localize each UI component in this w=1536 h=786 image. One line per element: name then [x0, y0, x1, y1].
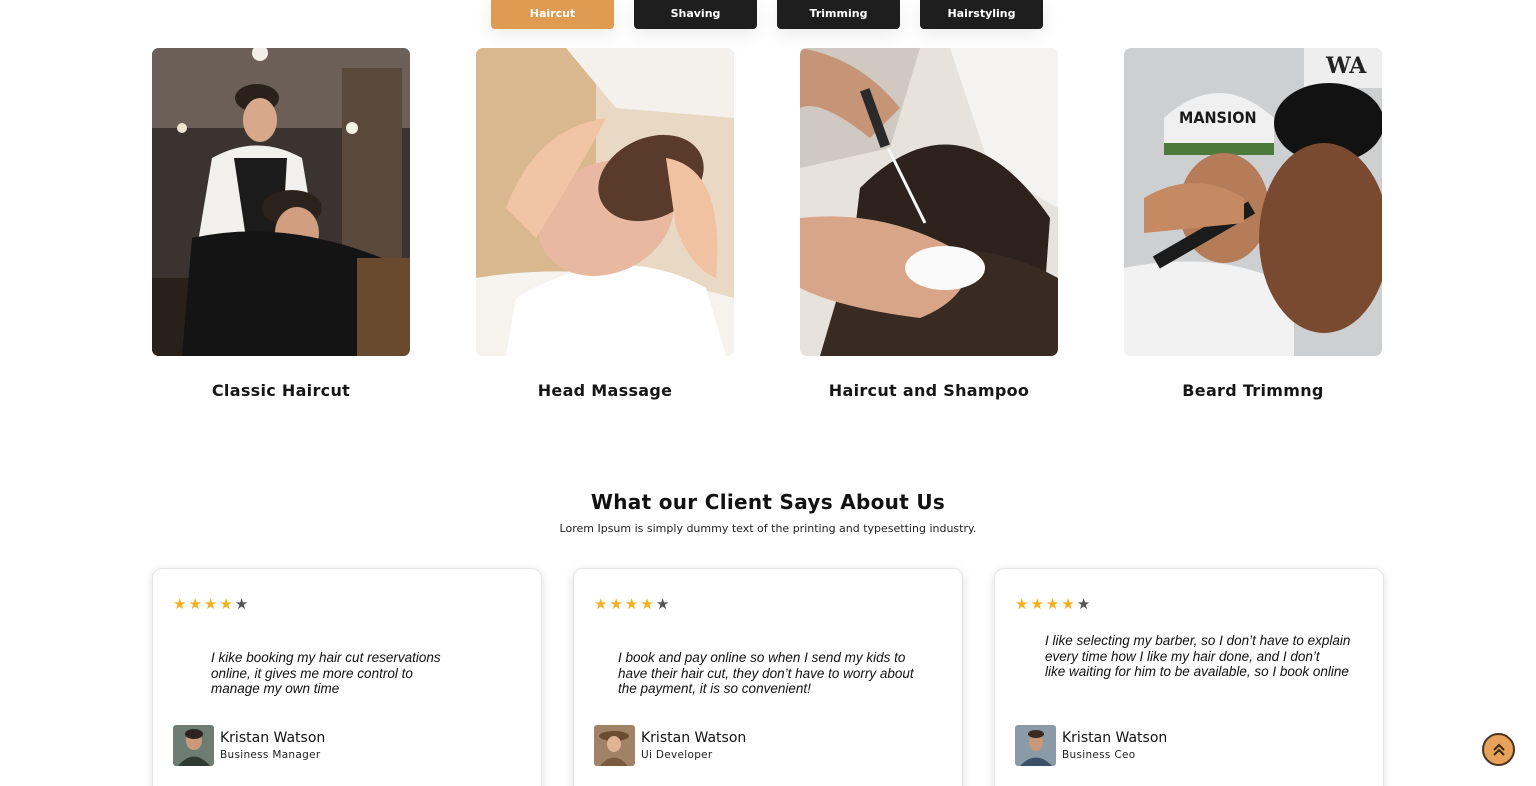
service-title: Haircut and Shampoo — [828, 381, 1030, 400]
beard-trimming-image: WA MANSION — [1124, 48, 1382, 356]
tab-haircut[interactable]: Haircut — [491, 0, 614, 29]
haircut-shampoo-image — [800, 48, 1058, 356]
star-icon: ★ — [219, 596, 233, 613]
testimonial-cards: ★ ★ ★ ★ ★ I kike booking my hair cut res… — [152, 568, 1384, 786]
testimonials-heading: What our Client Says About Us — [590, 490, 946, 514]
tab-trimming[interactable]: Trimming — [777, 0, 900, 29]
star-icon: ★ — [203, 596, 218, 613]
service-title: Beard Trimmng — [1182, 381, 1324, 400]
classic-haircut-image — [152, 48, 410, 356]
quote-line: like waiting for him to be available, so… — [1045, 664, 1349, 679]
rating-stars: ★ ★ ★ ★ ★ — [594, 597, 669, 612]
star-icon: ★ — [188, 596, 202, 613]
service-cards: Classic Haircut Head Massage Haircut and… — [152, 48, 1382, 400]
testimonials-subheading: Lorem Ipsum is simply dummy text of the … — [559, 522, 977, 535]
scroll-to-top-button[interactable] — [1482, 733, 1515, 766]
star-icon: ★ — [624, 596, 639, 613]
service-card-classic-haircut[interactable]: Classic Haircut — [152, 48, 410, 400]
quote-line: I kike booking my hair cut reservations — [211, 650, 441, 665]
avatar — [173, 725, 214, 766]
star-empty-icon: ★ — [234, 596, 249, 613]
author-name: Kristan Watson — [1062, 730, 1168, 746]
quote-line: I like selecting my barber, so I don’t h… — [1045, 633, 1351, 648]
author-role: Business Ceo — [1062, 749, 1136, 761]
testimonial-quote: I kike booking my hair cut reservations … — [211, 650, 441, 697]
star-icon: ★ — [640, 596, 654, 613]
author-name: Kristan Watson — [641, 730, 747, 746]
star-empty-icon: ★ — [1076, 596, 1091, 613]
testimonial-author: Kristan Watson Ui Developer — [594, 725, 746, 766]
service-title: Head Massage — [537, 381, 673, 400]
head-massage-image — [476, 48, 734, 356]
star-icon: ★ — [1015, 596, 1029, 613]
cap-logo-text: MANSION — [1179, 108, 1257, 127]
testimonial-quote: I book and pay online so when I send my … — [618, 650, 914, 697]
rating-stars: ★ ★ ★ ★ ★ — [1015, 597, 1090, 612]
wall-sign-text: WA — [1325, 53, 1367, 79]
author-name: Kristan Watson — [220, 730, 326, 746]
author-role: Business Manager — [220, 749, 321, 761]
service-title: Classic Haircut — [211, 381, 351, 400]
star-icon: ★ — [1045, 596, 1060, 613]
testimonial-card: ★ ★ ★ ★ ★ I kike booking my hair cut res… — [152, 568, 542, 786]
tab-shaving[interactable]: Shaving — [634, 0, 757, 29]
tab-hairstyling[interactable]: Hairstyling — [920, 0, 1043, 29]
star-icon: ★ — [609, 596, 623, 613]
testimonial-card: ★ ★ ★ ★ ★ I like selecting my barber, so… — [994, 568, 1384, 786]
star-icon: ★ — [1061, 596, 1075, 613]
star-icon: ★ — [594, 596, 608, 613]
star-icon: ★ — [1030, 596, 1044, 613]
service-tabs: Haircut Shaving Trimming Hairstyling — [491, 0, 1043, 29]
double-chevron-up-icon — [1492, 743, 1505, 756]
star-empty-icon: ★ — [655, 596, 670, 613]
service-card-beard-trimming[interactable]: WA MANSION Beard Trimmng — [1124, 48, 1382, 400]
testimonial-author: Kristan Watson Business Manager — [173, 725, 325, 766]
quote-line: I book and pay online so when I send my … — [618, 650, 906, 665]
quote-line: the payment, it is so convenient! — [618, 681, 811, 696]
testimonials-header: What our Client Says About Us Lorem Ipsu… — [0, 490, 1536, 535]
testimonial-author: Kristan Watson Business Ceo — [1015, 725, 1167, 766]
star-icon: ★ — [173, 596, 187, 613]
service-card-head-massage[interactable]: Head Massage — [476, 48, 734, 400]
testimonial-quote: I like selecting my barber, so I don’t h… — [1045, 633, 1350, 680]
quote-line: online, it gives me more control to — [211, 665, 413, 681]
testimonial-card: ★ ★ ★ ★ ★ I book and pay online so when … — [573, 568, 963, 786]
service-card-haircut-shampoo[interactable]: Haircut and Shampoo — [800, 48, 1058, 400]
avatar — [1015, 725, 1056, 766]
quote-line: manage my own time — [211, 681, 340, 696]
avatar — [594, 725, 635, 766]
author-role: Ui Developer — [641, 749, 713, 761]
quote-line: have their hair cut, they don’t have to … — [618, 665, 914, 681]
quote-line: every time how I like my hair done, and … — [1045, 648, 1320, 664]
rating-stars: ★ ★ ★ ★ ★ — [173, 597, 248, 612]
